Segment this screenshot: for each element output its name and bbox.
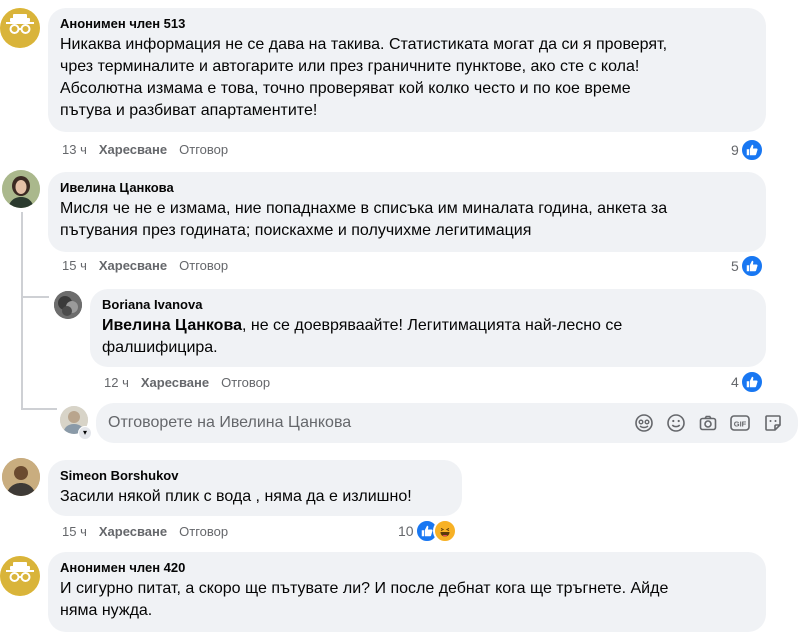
reaction-count: 4 bbox=[731, 374, 739, 390]
reply-button[interactable]: Отговор bbox=[179, 524, 228, 539]
svg-text:GIF: GIF bbox=[734, 420, 747, 429]
reply-button[interactable]: Отговор bbox=[221, 375, 270, 390]
user-avatar[interactable] bbox=[2, 458, 40, 496]
emoji-icon[interactable] bbox=[665, 412, 687, 434]
reaction-count: 9 bbox=[731, 142, 739, 158]
comment-text: Никаква информация не се дава на такива.… bbox=[60, 36, 668, 119]
anonymous-avatar[interactable] bbox=[0, 556, 40, 596]
comment-actions: 13 ч Харесване Отговор bbox=[62, 141, 228, 159]
reply-button[interactable]: Отговор bbox=[179, 258, 228, 273]
comment-actions: 15 ч Харесване Отговор bbox=[62, 257, 228, 275]
user-avatar[interactable] bbox=[2, 170, 40, 208]
comment-text: Засили някой плик с вода , няма да е изл… bbox=[60, 488, 412, 505]
profile-photo-icon bbox=[54, 291, 82, 319]
haha-reaction-icon bbox=[432, 519, 457, 543]
like-button[interactable]: Харесване bbox=[99, 142, 167, 157]
comment-author[interactable]: Анонимен член 420 bbox=[60, 560, 754, 576]
like-reaction-icon bbox=[739, 138, 764, 162]
avatar-sticker-icon[interactable] bbox=[633, 412, 655, 434]
thread-branch bbox=[21, 296, 49, 298]
thread-branch bbox=[21, 408, 57, 410]
reaction-summary[interactable]: 10 bbox=[398, 519, 457, 543]
reaction-summary[interactable]: 9 bbox=[731, 138, 764, 162]
gif-icon[interactable]: GIF bbox=[729, 412, 751, 434]
reply-button[interactable]: Отговор bbox=[179, 142, 228, 157]
comment-author[interactable]: Simeon Borshukov bbox=[60, 468, 450, 484]
comment-time[interactable]: 15 ч bbox=[62, 524, 87, 539]
thread-line bbox=[21, 212, 23, 410]
reply-bubble: Boriana Ivanova Ивелина Цанкова, не се д… bbox=[90, 289, 766, 367]
reaction-summary[interactable]: 5 bbox=[731, 254, 764, 278]
sticker-icon[interactable] bbox=[762, 412, 784, 434]
comment-author[interactable]: Boriana Ivanova bbox=[102, 297, 754, 313]
comment-actions: 15 ч Харесване Отговор bbox=[62, 523, 228, 541]
anonymous-icon bbox=[0, 8, 40, 48]
reaction-count: 5 bbox=[731, 258, 739, 274]
like-reaction-icon bbox=[739, 254, 764, 278]
camera-icon[interactable] bbox=[697, 412, 719, 434]
mention-link[interactable]: Ивелина Цанкова bbox=[102, 317, 242, 334]
comment-time[interactable]: 15 ч bbox=[62, 258, 87, 273]
comment-time[interactable]: 13 ч bbox=[62, 142, 87, 157]
comment-bubble: Simeon Borshukov Засили някой плик с вод… bbox=[48, 460, 462, 516]
reaction-summary[interactable]: 4 bbox=[731, 370, 764, 394]
comment-bubble: Ивелина Цанкова Мисля че не е измама, ни… bbox=[48, 172, 766, 252]
reply-input[interactable]: Отговорете на Ивелина Цанкова GIF bbox=[96, 403, 798, 443]
reaction-count: 10 bbox=[398, 523, 414, 539]
comment-author[interactable]: Анонимен член 513 bbox=[60, 16, 754, 32]
comment-author[interactable]: Ивелина Цанкова bbox=[60, 180, 754, 196]
profile-photo-icon bbox=[2, 170, 40, 208]
comment-text: Мисля че не е измама, ние попаднахме в с… bbox=[60, 200, 668, 239]
comment-time[interactable]: 12 ч bbox=[104, 375, 129, 390]
comment-actions: 12 ч Харесване Отговор bbox=[104, 374, 270, 392]
comment-bubble: Анонимен член 420 И сигурно питат, а ско… bbox=[48, 552, 766, 632]
profile-photo-icon bbox=[2, 458, 40, 496]
comment-text: И сигурно питат, а скоро ще пътувате ли?… bbox=[60, 580, 669, 619]
anonymous-avatar[interactable] bbox=[0, 8, 40, 48]
like-button[interactable]: Харесване bbox=[99, 524, 167, 539]
comment-bubble: Анонимен член 513 Никаква информация не … bbox=[48, 8, 766, 132]
like-button[interactable]: Харесване bbox=[99, 258, 167, 273]
comment-text: Ивелина Цанкова, не се доевряваайте! Лег… bbox=[102, 315, 754, 359]
like-reaction-icon bbox=[739, 370, 764, 394]
like-button[interactable]: Харесване bbox=[141, 375, 209, 390]
anonymous-icon bbox=[0, 556, 40, 596]
avatar-dropdown-icon[interactable]: ▾ bbox=[78, 426, 92, 440]
user-avatar[interactable] bbox=[54, 291, 82, 319]
reply-placeholder: Отговорете на Ивелина Цанкова bbox=[108, 414, 352, 431]
